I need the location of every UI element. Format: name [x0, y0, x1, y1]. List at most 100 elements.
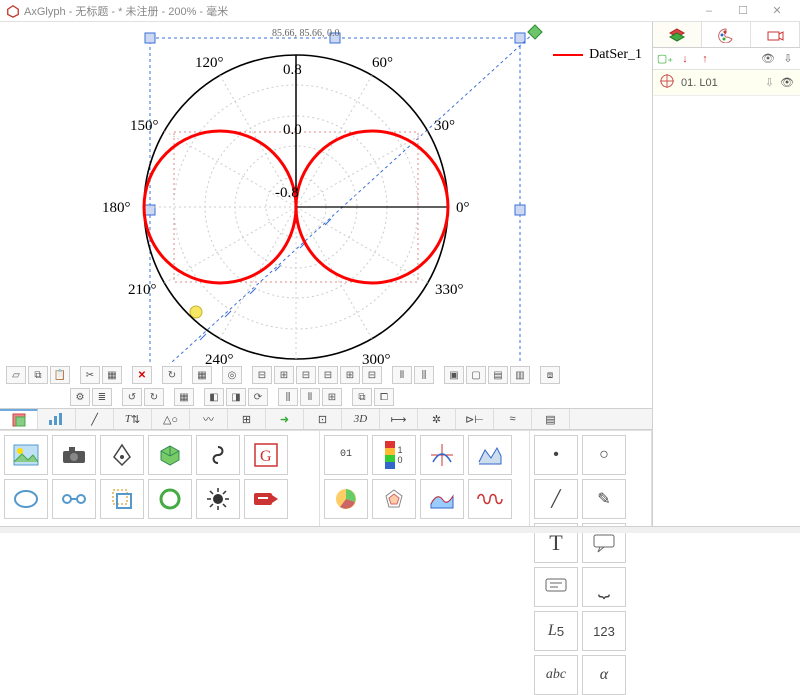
- pal-pencil[interactable]: ✎: [582, 479, 626, 519]
- pal-coil[interactable]: [468, 479, 512, 519]
- pal-surface[interactable]: [420, 479, 464, 519]
- tab-shape[interactable]: △○: [152, 409, 190, 429]
- paste-icon[interactable]: 📋: [50, 366, 70, 384]
- pal-label[interactable]: [244, 479, 288, 519]
- tab-circuit[interactable]: ⊳⊢: [456, 409, 494, 429]
- tab-table[interactable]: ▤: [532, 409, 570, 429]
- pal-binary[interactable]: 01: [324, 435, 368, 475]
- align-left-icon[interactable]: ⊟: [252, 366, 272, 384]
- delete-icon[interactable]: ✕: [132, 366, 152, 384]
- pal-brace[interactable]: ⏟: [582, 567, 626, 607]
- pal-image[interactable]: [4, 435, 48, 475]
- unlock-icon[interactable]: ↻: [144, 388, 164, 406]
- pal-ellipse[interactable]: [4, 479, 48, 519]
- maximize-button[interactable]: ☐: [726, 1, 760, 21]
- pal-ring[interactable]: [148, 479, 192, 519]
- layer-menu-icon[interactable]: ⇩: [780, 51, 796, 67]
- tab-node[interactable]: ⊞: [228, 409, 266, 429]
- clipboard-icon[interactable]: ▦: [102, 366, 122, 384]
- flip-h-icon[interactable]: ◧: [204, 388, 224, 406]
- pal-sun[interactable]: [196, 479, 240, 519]
- pal-3dcube[interactable]: [148, 435, 192, 475]
- pal-alpha[interactable]: α: [582, 655, 626, 695]
- pal-link[interactable]: [52, 479, 96, 519]
- pal-glyph[interactable]: G: [244, 435, 288, 475]
- pal-axes[interactable]: [420, 435, 464, 475]
- align-bottom-icon[interactable]: ⊟: [362, 366, 382, 384]
- align-top-icon[interactable]: ⊟: [318, 366, 338, 384]
- layer-down-icon[interactable]: ↓: [677, 51, 693, 67]
- send-back-icon[interactable]: ▢: [466, 366, 486, 384]
- pal-point[interactable]: •: [534, 435, 578, 475]
- layer-row-1[interactable]: 01. L01 ⇩ 👁: [653, 70, 800, 96]
- canvas[interactable]: 85.66, 85.66, 0.0 0° 30° 60° 0.8 120° 15…: [0, 22, 652, 364]
- tab-chart[interactable]: [38, 409, 76, 429]
- grid-icon[interactable]: ▦: [192, 366, 212, 384]
- pal-camera[interactable]: [52, 435, 96, 475]
- layer-eye-icon[interactable]: 👁: [760, 51, 776, 67]
- pal-colorbar[interactable]: 10: [372, 435, 416, 475]
- size-h-icon[interactable]: ⫼: [278, 388, 298, 406]
- pal-123[interactable]: 123: [582, 611, 626, 651]
- layer-collapse-icon[interactable]: ⇩: [765, 76, 774, 89]
- tab-flow[interactable]: ⊡: [304, 409, 342, 429]
- svg-text:-0.8: -0.8: [275, 185, 299, 201]
- tab-arrow[interactable]: ➜: [266, 409, 304, 429]
- pal-area-chart[interactable]: [468, 435, 512, 475]
- tab-3d[interactable]: 3D: [342, 409, 380, 429]
- rotate-icon[interactable]: ⟳: [248, 388, 268, 406]
- side-tab-layers[interactable]: [653, 22, 702, 47]
- new-doc-icon[interactable]: ▱: [6, 366, 26, 384]
- distribute-v-icon[interactable]: ⫼: [414, 366, 434, 384]
- align-right-icon[interactable]: ⊟: [296, 366, 316, 384]
- tab-curve[interactable]: 〰: [190, 409, 228, 429]
- close-button[interactable]: ✕: [760, 1, 794, 21]
- layers-icon[interactable]: ≣: [92, 388, 112, 406]
- pal-l5[interactable]: L5: [534, 611, 578, 651]
- pal-pie[interactable]: [324, 479, 368, 519]
- crop-icon[interactable]: ⧈: [540, 366, 560, 384]
- tab-general[interactable]: [0, 409, 38, 429]
- layer-visible-icon[interactable]: 👁: [780, 76, 794, 89]
- pal-abc[interactable]: abc: [534, 655, 578, 695]
- forward-icon[interactable]: ▤: [488, 366, 508, 384]
- layer-up-icon[interactable]: ↑: [697, 51, 713, 67]
- tab-line[interactable]: ╱: [76, 409, 114, 429]
- pal-swirl[interactable]: [196, 435, 240, 475]
- props-icon[interactable]: ⚙: [70, 388, 90, 406]
- copy-icon[interactable]: ⧉: [28, 366, 48, 384]
- edit-toolbar-2: ⚙ ≣ ↺ ↻ ▦ ◧ ◨ ⟳ ⫼ ⫴ ⊞ ⧉ ⧠: [0, 386, 652, 408]
- tab-text[interactable]: T⇅: [114, 409, 152, 429]
- side-tab-palette[interactable]: [702, 22, 751, 47]
- snap-icon[interactable]: ▦: [174, 388, 194, 406]
- pal-callout2[interactable]: [534, 567, 578, 607]
- resize-icon[interactable]: ⊞: [322, 388, 342, 406]
- side-tab-camera[interactable]: [751, 22, 800, 47]
- tab-dimension[interactable]: ⟼: [380, 409, 418, 429]
- size-v-icon[interactable]: ⫴: [300, 388, 320, 406]
- backward-icon[interactable]: ▥: [510, 366, 530, 384]
- bring-front-icon[interactable]: ▣: [444, 366, 464, 384]
- cut-icon[interactable]: ✂: [80, 366, 100, 384]
- target-icon[interactable]: ◎: [222, 366, 242, 384]
- polar-chart[interactable]: 85.66, 85.66, 0.0 0° 30° 60° 0.8 120° 15…: [0, 22, 640, 364]
- palette-group-1: G: [0, 431, 320, 526]
- ungroup-icon[interactable]: ⧠: [374, 388, 394, 406]
- pal-pen[interactable]: [100, 435, 144, 475]
- pal-circle-small[interactable]: ○: [582, 435, 626, 475]
- tab-gear[interactable]: ✲: [418, 409, 456, 429]
- tab-wave[interactable]: ≈: [494, 409, 532, 429]
- layer-add-icon[interactable]: ▢₊: [657, 51, 673, 67]
- pal-transform[interactable]: [100, 479, 144, 519]
- group-icon[interactable]: ⧉: [352, 388, 372, 406]
- minimize-button[interactable]: –: [692, 1, 726, 21]
- align-center-h-icon[interactable]: ⊞: [274, 366, 294, 384]
- refresh-icon[interactable]: ↻: [162, 366, 182, 384]
- lock-icon[interactable]: ↺: [122, 388, 142, 406]
- flip-v-icon[interactable]: ◨: [226, 388, 246, 406]
- distribute-h-icon[interactable]: ⫴: [392, 366, 412, 384]
- svg-text:330°: 330°: [435, 282, 464, 298]
- align-middle-icon[interactable]: ⊞: [340, 366, 360, 384]
- pal-radar[interactable]: [372, 479, 416, 519]
- pal-line-seg[interactable]: ╱: [534, 479, 578, 519]
